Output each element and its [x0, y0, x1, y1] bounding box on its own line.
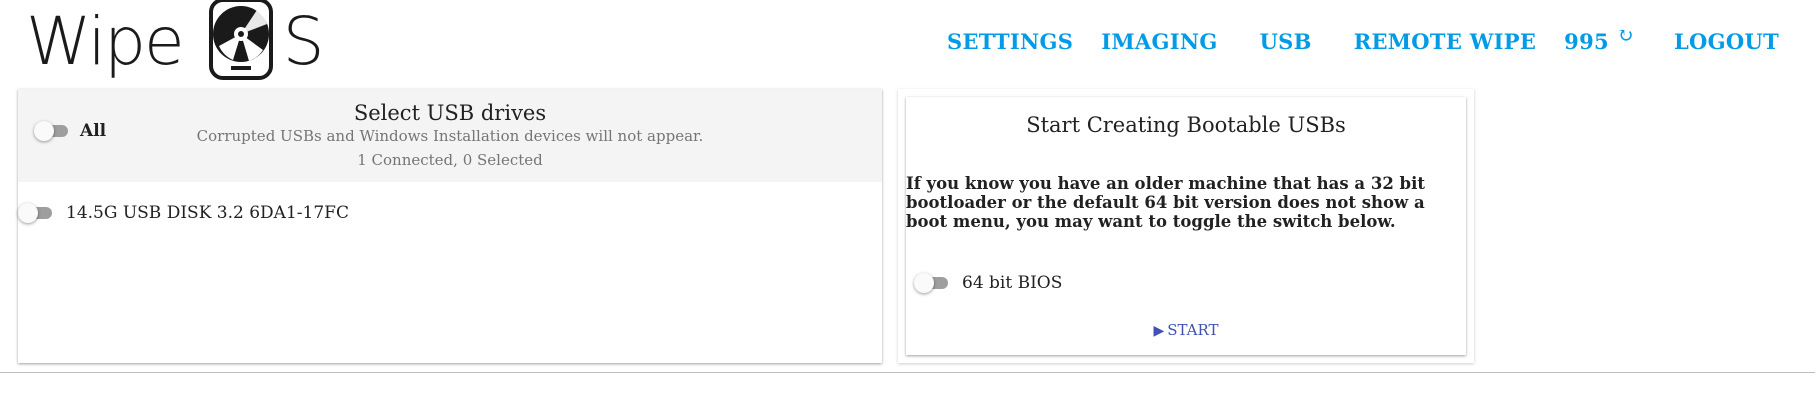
nav-settings[interactable]: SETTINGS — [947, 29, 1073, 54]
usb-panel-subtitle: Corrupted USBs and Windows Installation … — [196, 127, 704, 145]
bootloader-info-text: If you know you have an older machine th… — [906, 174, 1425, 231]
credit-count: 995 — [1564, 28, 1609, 54]
bootable-usb-panel: Start Creating Bootable USBs If you know… — [906, 97, 1466, 355]
usb-drive-toggle[interactable] — [18, 203, 54, 223]
bios-64bit-toggle[interactable] — [914, 273, 950, 293]
nav-imaging[interactable]: IMAGING — [1101, 29, 1217, 54]
usb-panel-title: Select USB drives — [353, 101, 547, 125]
usb-drives-panel: All Select USB drives Corrupted USBs and… — [18, 89, 882, 363]
logo-text-left: Wipe — [26, 3, 185, 80]
bios-64bit-control[interactable]: 64 bit BIOS — [914, 273, 1062, 293]
nav-remote-wipe[interactable]: REMOTE WIPE — [1354, 29, 1536, 54]
app-logo: Wipe S — [26, 0, 325, 86]
bootable-panel-title: Start Creating Bootable USBs — [1026, 113, 1346, 137]
refresh-icon[interactable]: ↻ — [1617, 23, 1634, 47]
nav-logout[interactable]: LOGOUT — [1674, 29, 1779, 54]
usb-drive-label: 14.5G USB DISK 3.2 6DA1-17FC — [66, 203, 349, 223]
logo-text-right: S — [282, 3, 325, 80]
play-icon: ▶ — [1153, 323, 1165, 339]
footer-divider — [0, 372, 1815, 373]
usb-drive-item[interactable]: 14.5G USB DISK 3.2 6DA1-17FC — [18, 203, 349, 223]
bios-64bit-label: 64 bit BIOS — [962, 273, 1063, 293]
start-button[interactable]: ▶ START — [906, 321, 1466, 339]
usb-panel-header: All Select USB drives Corrupted USBs and… — [18, 89, 882, 182]
hard-disk-icon — [185, 0, 281, 86]
usb-selection-status: 1 Connected, 0 Selected — [357, 151, 543, 169]
nav-credit-counter[interactable]: 995 ↻ — [1564, 23, 1634, 54]
top-nav: SETTINGS IMAGING USB REMOTE WIPE 995 ↻ L… — [947, 23, 1779, 56]
nav-usb[interactable]: USB — [1260, 29, 1312, 54]
start-label: START — [1167, 321, 1219, 339]
